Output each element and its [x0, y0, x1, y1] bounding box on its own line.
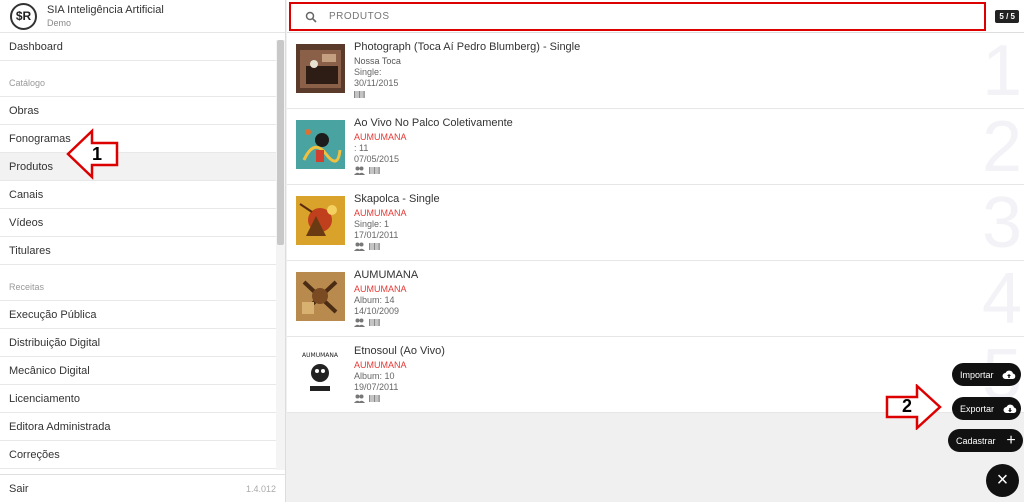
barcode-icon — [369, 167, 380, 174]
sidebar-item-titulares[interactable]: Titulares — [0, 237, 276, 265]
product-info: AUMUMANA AUMUMANA Album: 14 14/10/2009 — [354, 269, 418, 327]
product-title[interactable]: Etnosoul (Ao Vivo) — [354, 345, 445, 357]
sidebar-item-editora-administrada[interactable]: Editora Administrada — [0, 413, 276, 441]
sidebar-item-dashboard[interactable]: Dashboard — [0, 33, 276, 61]
barcode-icon — [369, 319, 380, 326]
sidebar-item-videos[interactable]: Vídeos — [0, 209, 276, 237]
barcode-icon — [369, 395, 380, 402]
version-label: 1.4.012 — [245, 483, 276, 494]
product-artist: AUMUMANA — [354, 208, 407, 218]
sidebar-nav: Dashboard Catálogo Obras Fonogramas Produtos… — [0, 33, 276, 474]
barcode-icon — [354, 91, 365, 98]
cloud-download-icon — [1000, 399, 1019, 418]
search-input[interactable] — [329, 11, 929, 22]
product-list: Photograph (Toca Aí Pedro Blumberg) - Si… — [287, 33, 1024, 413]
result-counter: 5 / 5 — [995, 10, 1019, 23]
import-label: Importar — [960, 369, 994, 380]
sidebar-item-canais[interactable]: Canais — [0, 181, 276, 209]
annotation-label-1: 1 — [92, 144, 103, 164]
product-title[interactable]: Ao Vivo No Palco Coletivamente — [354, 117, 513, 129]
product-type: : 11 — [354, 143, 369, 153]
product-date: 14/10/2009 — [354, 306, 400, 316]
product-date: 19/07/2011 — [354, 382, 399, 392]
sidebar-item-correcoes[interactable]: Correções — [0, 441, 276, 469]
sidebar-item-obras[interactable]: Obras — [0, 97, 276, 125]
sidebar-item-fonogramas[interactable]: Fonogramas — [0, 125, 276, 153]
row-index-number: 3 — [981, 183, 1022, 263]
plus-icon: + — [1006, 431, 1016, 449]
album-cover[interactable] — [296, 44, 345, 93]
product-date: 30/11/2015 — [354, 78, 399, 88]
product-artist: AUMUMANA — [354, 132, 407, 142]
logout-link[interactable]: Sair — [9, 483, 29, 495]
product-artist: Nossa Toca — [354, 56, 401, 66]
brand-subtitle: Demo — [47, 18, 72, 28]
sidebar-item-mecanico-digital[interactable]: Mecânico Digital — [0, 357, 276, 385]
people-icon — [354, 394, 365, 403]
product-row[interactable]: Skapolca - Single AUMUMANA Single: 1 17/01/… — [287, 185, 1024, 261]
product-info: Ao Vivo No Palco Coletivamente AUMUMANA: … — [354, 117, 513, 175]
search-icon — [305, 11, 317, 23]
sidebar-item-execucao-publica[interactable]: Execução Pública — [0, 301, 276, 329]
row-index-number: 4 — [981, 259, 1022, 339]
export-label: Exportar — [960, 403, 995, 414]
product-date: 17/01/2011 — [354, 230, 399, 240]
cloud-upload-icon — [1000, 365, 1019, 384]
sidebar-item-distribuicao-digital[interactable]: Distribuição Digital — [0, 329, 276, 357]
album-cover[interactable]: AUMUMANA — [296, 348, 345, 397]
sidebar-section-label: Receitas — [0, 273, 276, 301]
sidebar-footer: Sair 1.4.012 — [0, 474, 285, 502]
create-label: Cadastrar — [956, 435, 996, 446]
album-cover[interactable] — [296, 272, 345, 321]
product-type: Album: 14 — [354, 295, 395, 305]
product-title[interactable]: Photograph (Toca Aí Pedro Blumberg) - Si… — [354, 41, 580, 53]
product-info: Photograph (Toca Aí Pedro Blumberg) - Si… — [354, 41, 580, 99]
close-fab-button[interactable]: × — [986, 464, 1019, 497]
product-type: Single: — [354, 67, 382, 77]
people-icon — [354, 166, 365, 175]
sidebar-item-licenciamento[interactable]: Licenciamento — [0, 385, 276, 413]
product-title[interactable]: AUMUMANA — [354, 269, 418, 281]
row-index-number: 2 — [981, 107, 1022, 187]
brand-name: SIA Inteligência Artificial — [47, 4, 164, 16]
annotation-arrow-2 — [885, 384, 942, 430]
product-type: Album: 10 — [354, 371, 395, 381]
album-cover[interactable] — [296, 120, 345, 169]
create-button[interactable]: Cadastrar + — [948, 429, 1023, 452]
people-icon — [354, 318, 365, 327]
sidebar-section-label: Catálogo — [0, 69, 276, 97]
search-box[interactable] — [289, 2, 986, 31]
barcode-icon — [369, 243, 380, 250]
annotation-label-2: 2 — [902, 396, 913, 416]
product-title[interactable]: Skapolca - Single — [354, 193, 440, 205]
sidebar: $R SIA Inteligência Artificial Demo Dash… — [0, 0, 286, 502]
product-artist: AUMUMANA — [354, 284, 407, 294]
sidebar-item-produtos[interactable]: Produtos — [0, 153, 276, 181]
close-icon: × — [996, 469, 1009, 491]
product-type: Single: 1 — [354, 219, 390, 229]
product-info: Skapolca - Single AUMUMANA Single: 1 17/01/… — [354, 193, 440, 251]
product-row[interactable]: Photograph (Toca Aí Pedro Blumberg) - Si… — [287, 33, 1024, 109]
brand-header: $R SIA Inteligência Artificial Demo — [0, 0, 285, 33]
sidebar-scrollbar[interactable] — [276, 40, 285, 470]
product-artist: AUMUMANA — [354, 360, 407, 370]
svg-text:AUMUMANA: AUMUMANA — [302, 352, 339, 359]
logo: $R — [10, 2, 37, 30]
product-row[interactable]: AUMUMANA AUMUMANA Album: 14 14/10/2009 4 — [287, 261, 1024, 337]
product-date: 07/05/2015 — [354, 154, 400, 164]
export-button[interactable]: Exportar — [952, 397, 1022, 420]
album-cover[interactable] — [296, 196, 345, 245]
import-button[interactable]: Importar — [952, 363, 1021, 386]
scrollbar-thumb[interactable] — [277, 40, 284, 245]
top-bar: 5 / 5 — [287, 0, 1024, 33]
product-row[interactable]: Ao Vivo No Palco Coletivamente AUMUMANA: … — [287, 109, 1024, 185]
row-index-number: 1 — [981, 31, 1022, 111]
people-icon — [354, 242, 365, 251]
product-info: Etnosoul (Ao Vivo) AUMUMANA Album: 10 19/07… — [354, 345, 445, 403]
